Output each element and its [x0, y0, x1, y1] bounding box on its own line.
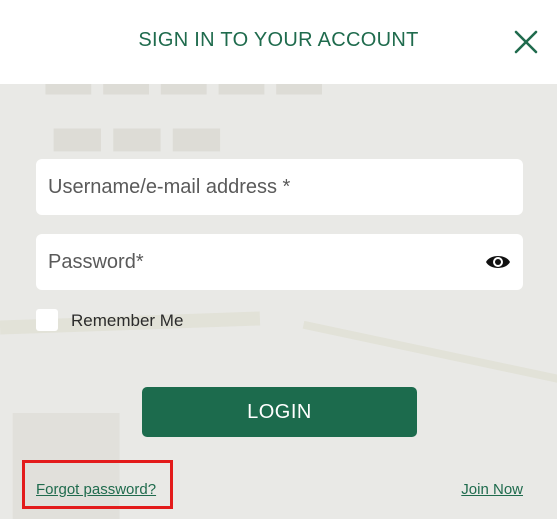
background-stripe: [302, 320, 557, 396]
username-input[interactable]: [36, 159, 523, 215]
background-image: ▬▬▬▬▬ ▬▬▬ ■: [0, 84, 557, 519]
remember-me-label: Remember Me: [71, 311, 184, 330]
dialog-title: SIGN IN TO YOUR ACCOUNT: [138, 29, 419, 51]
close-icon[interactable]: [512, 28, 540, 56]
eye-icon[interactable]: [485, 251, 511, 273]
forgot-password-link[interactable]: Forgot password?: [36, 481, 156, 498]
username-field-container: [36, 159, 523, 215]
login-button[interactable]: LOGIN: [142, 387, 417, 437]
join-now-link[interactable]: Join Now: [461, 481, 523, 498]
dialog-header: SIGN IN TO YOUR ACCOUNT: [0, 0, 557, 84]
password-field-container: [36, 234, 523, 290]
remember-me-checkbox[interactable]: [36, 309, 58, 331]
password-input[interactable]: [36, 234, 523, 290]
